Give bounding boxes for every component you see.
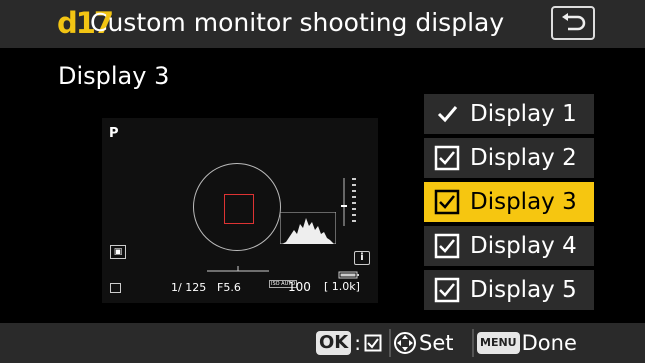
checked-box-icon [434, 233, 460, 259]
multi-selector-icon [394, 332, 416, 354]
colon: : [354, 331, 361, 355]
checked-box-icon [434, 189, 460, 215]
footer-bar: OK : Set MENU Done [0, 323, 645, 363]
display-item-4[interactable]: Display 4 [424, 226, 594, 266]
divider [472, 329, 474, 357]
exposure-scale [207, 266, 269, 272]
metering-icon [110, 283, 121, 293]
display-subtitle: Display 3 [58, 62, 170, 90]
display-preview: P i ▣ 1/ 125 F5.6 ISO AUTO 100 [ 1.0k] [102, 118, 378, 303]
set-label: Set [419, 331, 454, 355]
ok-key: OK [316, 331, 352, 355]
display-item-3[interactable]: Display 3 [424, 182, 594, 222]
shooting-mode: P [109, 126, 119, 141]
done-label: Done [521, 331, 577, 355]
divider [389, 329, 391, 357]
checkbox-icon [364, 334, 382, 352]
checkmark-icon [437, 106, 458, 123]
shutter-speed: 1/ 125 [171, 281, 207, 294]
focus-point [224, 194, 254, 224]
return-arrow-icon [562, 13, 586, 31]
display-item-label: Display 2 [470, 145, 577, 171]
display-list: Display 1 Display 2 Display 3 Display 4 … [424, 94, 594, 314]
info-button-icon: i [354, 251, 370, 265]
display-item-1[interactable]: Display 1 [424, 94, 594, 134]
touch-shutter-icon: ▣ [110, 245, 126, 259]
checked-box-icon [434, 145, 460, 171]
battery-icon [338, 271, 359, 279]
display-item-label: Display 1 [470, 101, 577, 127]
display-item-5[interactable]: Display 5 [424, 270, 594, 310]
iso-value: 100 [288, 280, 311, 294]
page-title: Custom monitor shooting display [90, 8, 505, 37]
display-item-label: Display 3 [470, 189, 577, 215]
display-item-label: Display 5 [470, 277, 577, 303]
histogram [280, 212, 336, 244]
ok-toggle-hint: OK : [316, 329, 382, 357]
shots-remaining: [ 1.0k] [324, 280, 360, 293]
menu-key: MENU [477, 332, 520, 354]
exposure-indicator [341, 178, 356, 226]
aperture: F5.6 [217, 281, 241, 294]
display-item-2[interactable]: Display 2 [424, 138, 594, 178]
back-button[interactable] [551, 6, 595, 40]
set-hint: Set [393, 329, 453, 357]
header-bar: d17 Custom monitor shooting display [0, 0, 645, 48]
done-hint: MENU Done [477, 329, 577, 357]
checked-box-icon [434, 277, 460, 303]
display-item-label: Display 4 [470, 233, 577, 259]
